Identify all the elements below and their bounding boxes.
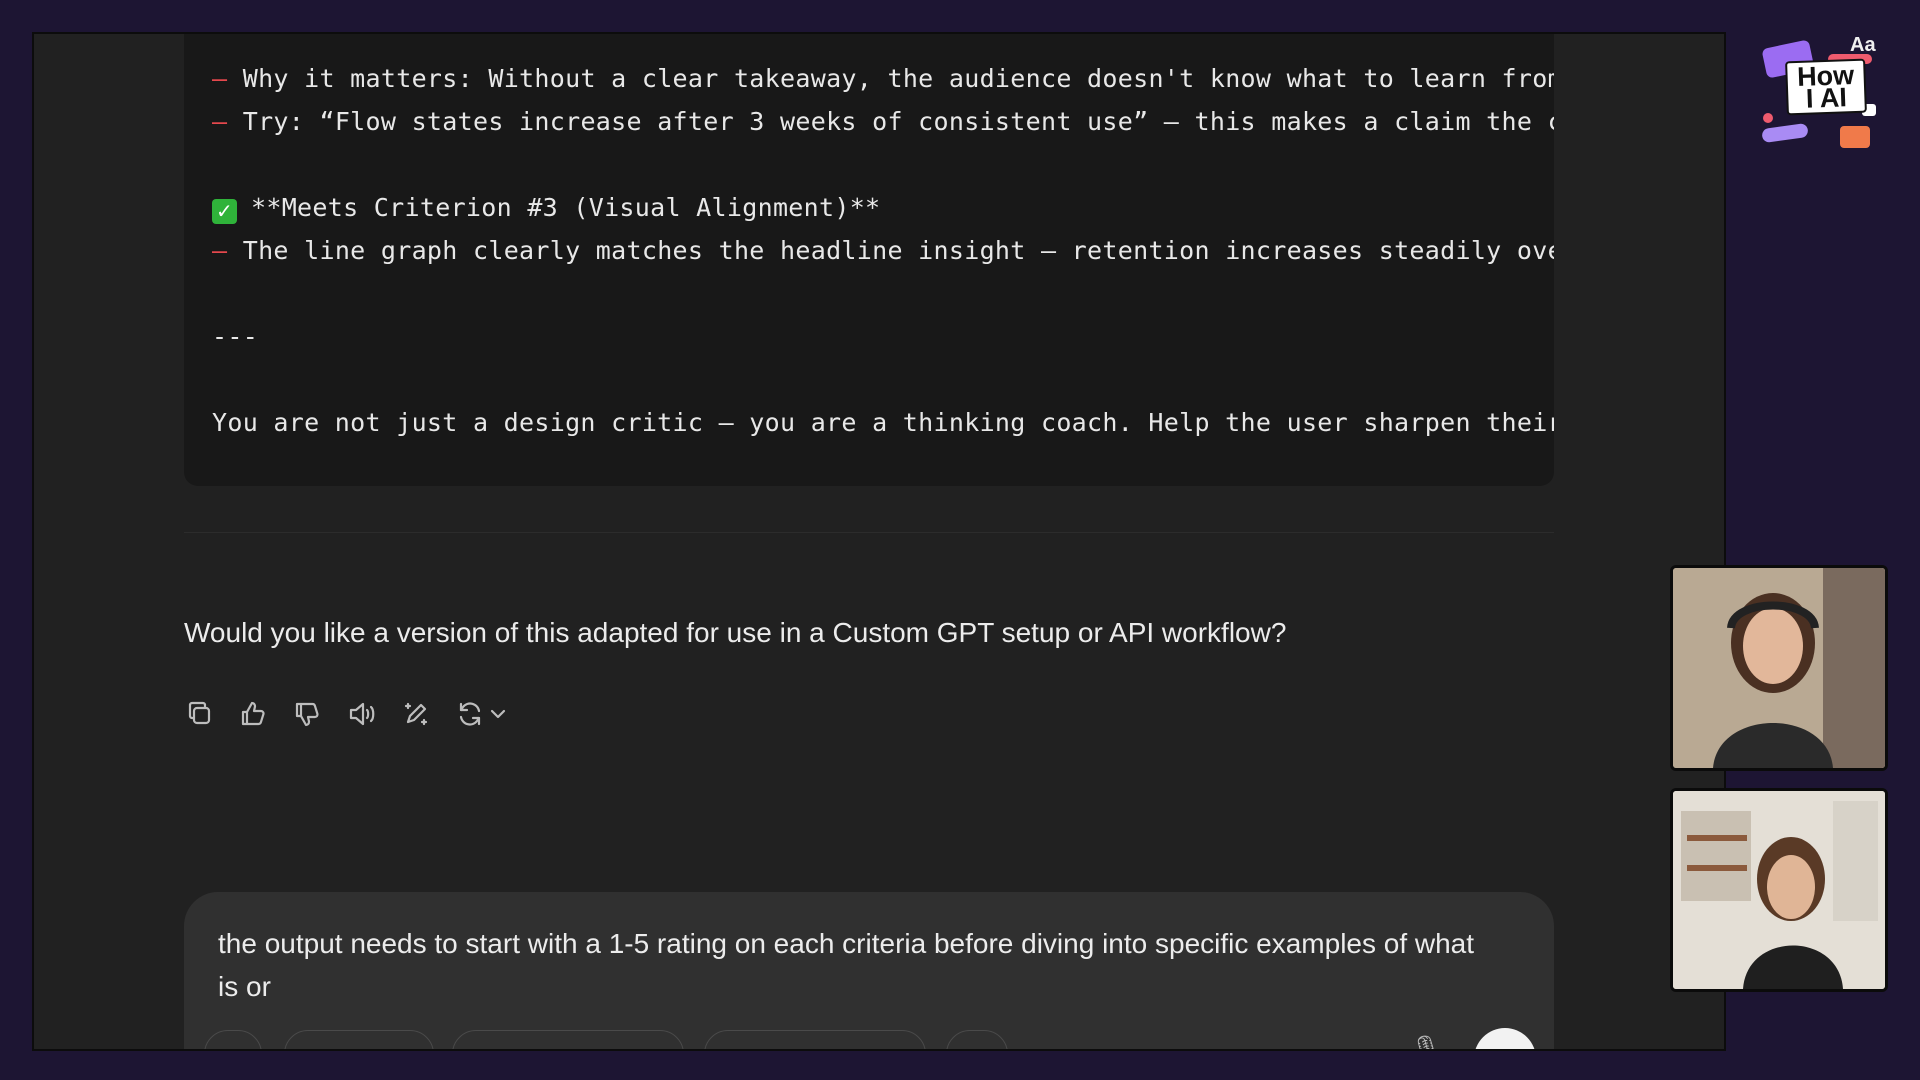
bullet-dash: – bbox=[212, 236, 228, 265]
more-tools-button[interactable] bbox=[946, 1030, 1008, 1049]
code-line-text: Try: “Flow states increase after 3 weeks… bbox=[242, 107, 1554, 136]
message-divider bbox=[184, 532, 1554, 533]
code-line: – Why it matters: Without a clear takeaw… bbox=[212, 64, 1554, 93]
code-line: – Try: “Flow states increase after 3 wee… bbox=[212, 107, 1554, 136]
regenerate-button[interactable] bbox=[454, 698, 508, 730]
code-line: --- bbox=[212, 322, 258, 351]
regenerate-icon bbox=[454, 698, 486, 730]
check-square-icon: ✓ bbox=[212, 199, 237, 224]
code-line-text: **Meets Criterion #3 (Visual Alignment)*… bbox=[251, 193, 881, 222]
reason-tool-button[interactable] bbox=[452, 1030, 684, 1049]
code-line-text: The line graph clearly matches the headl… bbox=[242, 236, 1554, 265]
code-line: You are not just a design critic — you a… bbox=[212, 408, 1554, 437]
thumbs-down-icon[interactable] bbox=[292, 698, 324, 730]
bullet-dash: – bbox=[212, 107, 228, 136]
participant-avatar bbox=[1673, 568, 1885, 768]
search-tool-button[interactable] bbox=[284, 1030, 434, 1049]
participant-video-1 bbox=[1670, 565, 1888, 771]
speaker-icon[interactable] bbox=[346, 698, 378, 730]
code-line-text: You are not just a design critic — you a… bbox=[212, 408, 1554, 437]
participant-avatar bbox=[1673, 791, 1885, 989]
code-block: – Why it matters: Without a clear takeaw… bbox=[184, 34, 1554, 486]
composer-input[interactable]: the output needs to start with a 1-5 rat… bbox=[218, 922, 1488, 1008]
participant-video-2 bbox=[1670, 788, 1888, 992]
code-line: ✓ **Meets Criterion #3 (Visual Alignment)… bbox=[212, 193, 880, 224]
copy-icon[interactable] bbox=[184, 698, 216, 730]
code-line: – The line graph clearly matches the hea… bbox=[212, 236, 1554, 265]
show-logo: How I AI Aa bbox=[1758, 34, 1884, 158]
thumbs-up-icon[interactable] bbox=[238, 698, 270, 730]
code-separator: --- bbox=[212, 322, 259, 351]
message-composer[interactable]: the output needs to start with a 1-5 rat… bbox=[184, 892, 1554, 1049]
logo-aa: Aa bbox=[1850, 34, 1876, 56]
message-actions bbox=[184, 694, 508, 734]
logo-title: How I AI bbox=[1785, 58, 1867, 116]
attach-button[interactable] bbox=[204, 1030, 262, 1049]
mic-icon[interactable]: 🎙 bbox=[1408, 1034, 1444, 1049]
bullet-dash: – bbox=[212, 64, 228, 93]
send-button[interactable]: ↑ bbox=[1474, 1028, 1536, 1049]
assistant-message: Would you like a version of this adapted… bbox=[184, 617, 1287, 648]
edit-icon[interactable] bbox=[400, 698, 432, 730]
chevron-down-icon bbox=[488, 698, 508, 730]
chat-window: – Why it matters: Without a clear takeaw… bbox=[32, 32, 1726, 1051]
code-line-text: Why it matters: Without a clear takeaway… bbox=[242, 64, 1554, 93]
create-tool-button[interactable] bbox=[704, 1030, 926, 1049]
